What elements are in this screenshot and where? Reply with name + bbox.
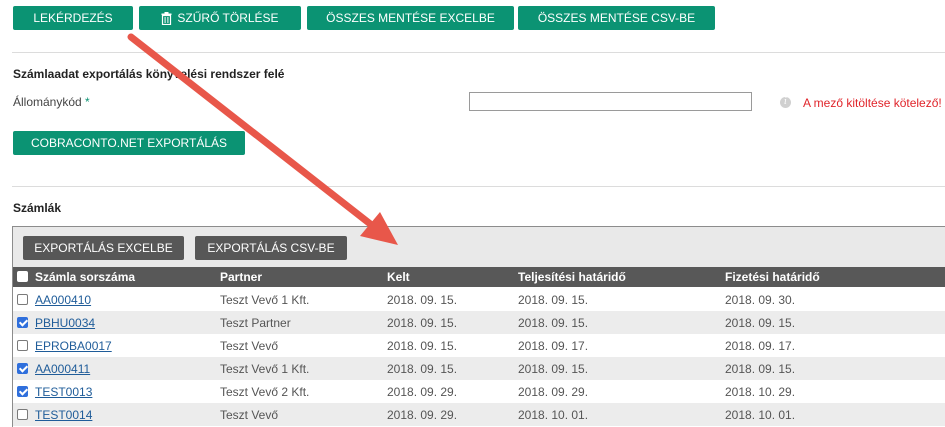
invoices-section-title: Számlák: [13, 201, 62, 215]
table-row: TEST0013 Teszt Vevő 2 Kft. 2018. 09. 29.…: [13, 380, 945, 403]
table-header: Számla sorszáma Partner Kelt Teljesítési…: [13, 267, 945, 287]
column-header-partner[interactable]: Partner: [220, 270, 262, 284]
invoice-number-link[interactable]: TEST0013: [35, 385, 92, 399]
table-row: AA000411 Teszt Vevő 1 Kft. 2018. 09. 15.…: [13, 357, 945, 380]
payment-deadline-cell: 2018. 09. 15.: [725, 316, 796, 330]
date-cell: 2018. 09. 29.: [387, 408, 458, 422]
fulfillment-deadline-cell: 2018. 10. 01.: [518, 408, 589, 422]
column-header-date[interactable]: Kelt: [387, 270, 410, 284]
trash-icon: [161, 11, 172, 25]
divider: [12, 52, 945, 53]
validation-error-text: A mező kitöltése kötelező!: [803, 96, 942, 110]
payment-deadline-cell: 2018. 09. 15.: [725, 362, 796, 376]
fulfillment-deadline-cell: 2018. 09. 17.: [518, 339, 589, 353]
partner-cell: Teszt Vevő 1 Kft.: [220, 293, 310, 307]
info-icon: i: [780, 97, 791, 108]
export-csv-button-label: EXPORTÁLÁS CSV-BE: [207, 241, 335, 255]
partner-cell: Teszt Vevő: [220, 408, 279, 422]
divider: [12, 186, 945, 187]
column-header-fulfillment-deadline[interactable]: Teljesítési határidő: [518, 270, 626, 284]
row-checkbox[interactable]: [17, 317, 28, 328]
invoices-table-panel: EXPORTÁLÁS EXCELBE EXPORTÁLÁS CSV-BE Szá…: [12, 226, 945, 427]
invoice-number-link[interactable]: TEST0014: [35, 408, 92, 422]
file-code-label-text: Állománykód: [13, 95, 82, 109]
save-all-csv-button[interactable]: ÖSSZES MENTÉSE CSV-BE: [518, 6, 715, 30]
date-cell: 2018. 09. 15.: [387, 362, 458, 376]
invoice-number-link[interactable]: AA000411: [35, 362, 90, 376]
fulfillment-deadline-cell: 2018. 09. 15.: [518, 293, 589, 307]
query-button-label: LEKÉRDEZÉS: [33, 11, 113, 25]
save-all-excel-button[interactable]: ÖSSZES MENTÉSE EXCELBE: [307, 6, 514, 30]
date-cell: 2018. 09. 29.: [387, 385, 458, 399]
fulfillment-deadline-cell: 2018. 09. 29.: [518, 385, 589, 399]
file-code-label: Állománykód *: [13, 95, 90, 109]
table-row: AA000410 Teszt Vevő 1 Kft. 2018. 09. 15.…: [13, 288, 945, 311]
export-excel-button-label: EXPORTÁLÁS EXCELBE: [34, 241, 173, 255]
payment-deadline-cell: 2018. 09. 17.: [725, 339, 796, 353]
row-checkbox[interactable]: [17, 340, 28, 351]
invoice-number-link[interactable]: EPROBA0017: [35, 339, 112, 353]
save-all-excel-button-label: ÖSSZES MENTÉSE EXCELBE: [326, 11, 495, 25]
select-all-checkbox[interactable]: [17, 271, 28, 282]
invoice-number-link[interactable]: PBHU0034: [35, 316, 95, 330]
table-row: PBHU0034 Teszt Partner 2018. 09. 15. 201…: [13, 311, 945, 334]
export-csv-button[interactable]: EXPORTÁLÁS CSV-BE: [195, 236, 347, 260]
file-code-input[interactable]: [469, 92, 752, 111]
row-checkbox[interactable]: [17, 409, 28, 420]
date-cell: 2018. 09. 15.: [387, 339, 458, 353]
query-button[interactable]: LEKÉRDEZÉS: [13, 6, 133, 30]
fulfillment-deadline-cell: 2018. 09. 15.: [518, 362, 589, 376]
column-header-invoice-number[interactable]: Számla sorszáma: [35, 270, 135, 284]
partner-cell: Teszt Vevő: [220, 339, 279, 353]
column-header-payment-deadline[interactable]: Fizetési határidő: [725, 270, 820, 284]
cobraconto-export-button-label: COBRACONTO.NET EXPORTÁLÁS: [30, 136, 228, 150]
save-all-csv-button-label: ÖSSZES MENTÉSE CSV-BE: [537, 11, 696, 25]
row-checkbox[interactable]: [17, 363, 28, 374]
table-row: EPROBA0017 Teszt Vevő 2018. 09. 15. 2018…: [13, 334, 945, 357]
row-checkbox[interactable]: [17, 294, 28, 305]
partner-cell: Teszt Partner: [220, 316, 291, 330]
export-excel-button[interactable]: EXPORTÁLÁS EXCELBE: [23, 236, 184, 260]
date-cell: 2018. 09. 15.: [387, 316, 458, 330]
required-mark: *: [85, 95, 90, 109]
partner-cell: Teszt Vevő 2 Kft.: [220, 385, 310, 399]
table-row: TEST0014 Teszt Vevő 2018. 09. 29. 2018. …: [13, 403, 945, 426]
clear-filter-button[interactable]: SZŰRŐ TÖRLÉSE: [139, 6, 301, 30]
fulfillment-deadline-cell: 2018. 09. 15.: [518, 316, 589, 330]
table-toolbar: EXPORTÁLÁS EXCELBE EXPORTÁLÁS CSV-BE: [13, 227, 945, 267]
payment-deadline-cell: 2018. 10. 01.: [725, 408, 796, 422]
invoice-number-link[interactable]: AA000410: [35, 293, 91, 307]
payment-deadline-cell: 2018. 10. 29.: [725, 385, 796, 399]
cobraconto-export-button[interactable]: COBRACONTO.NET EXPORTÁLÁS: [13, 131, 245, 155]
export-section-title: Számlaadat exportálás könyvelési rendsze…: [13, 67, 285, 81]
date-cell: 2018. 09. 15.: [387, 293, 458, 307]
clear-filter-button-label: SZŰRŐ TÖRLÉSE: [177, 11, 279, 25]
row-checkbox[interactable]: [17, 386, 28, 397]
payment-deadline-cell: 2018. 09. 30.: [725, 293, 796, 307]
partner-cell: Teszt Vevő 1 Kft.: [220, 362, 310, 376]
